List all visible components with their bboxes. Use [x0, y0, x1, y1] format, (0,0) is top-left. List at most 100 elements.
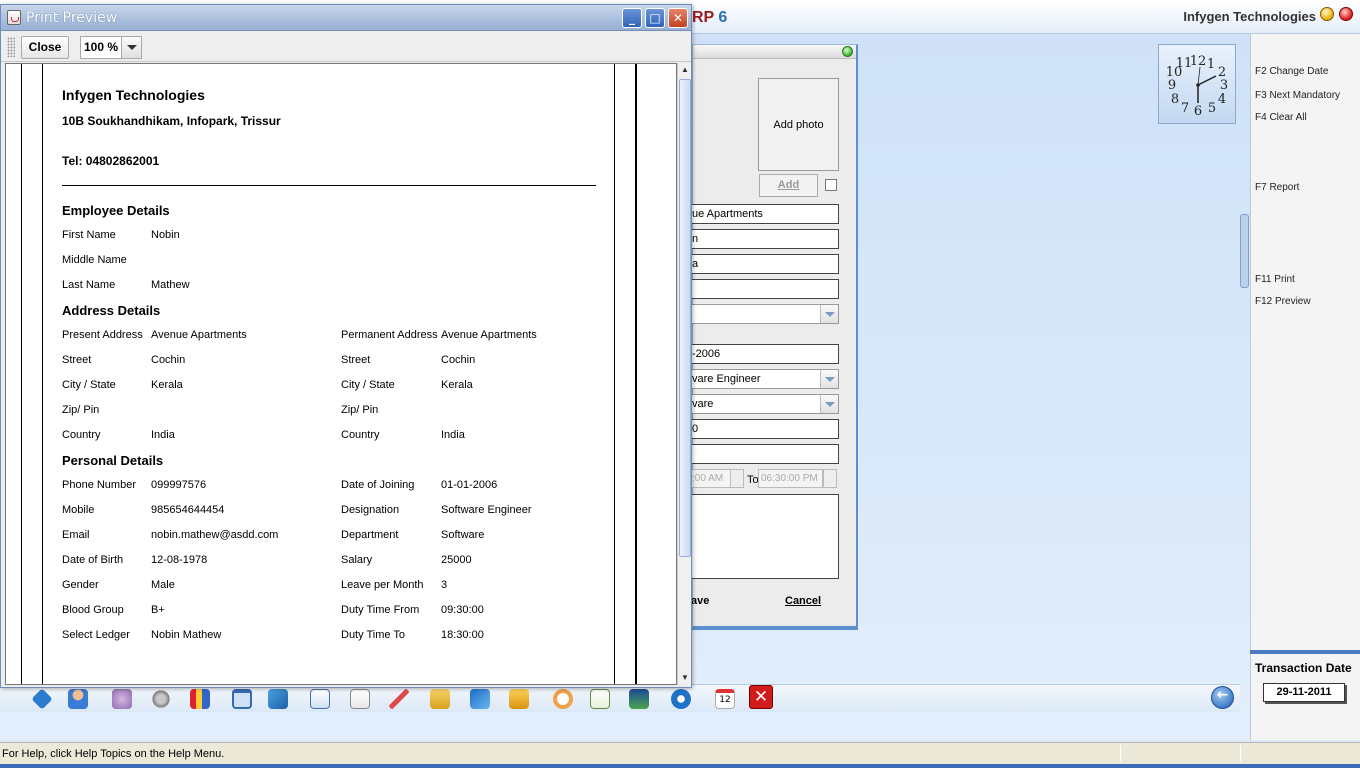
close-button[interactable]: Close — [21, 36, 69, 59]
present-address-field[interactable]: ue Apartments — [691, 204, 839, 224]
field-label: Duty Time To — [341, 629, 405, 641]
print-preview-titlebar[interactable]: Print Preview _ □ ✕ — [1, 5, 691, 31]
close-icon[interactable]: ✕ — [668, 8, 688, 28]
java-icon — [7, 10, 21, 25]
calendar-icon[interactable]: 12 — [715, 689, 735, 709]
toolbar-grip-icon[interactable] — [7, 37, 15, 57]
employee-form-titlebar — [693, 45, 856, 59]
fkey-preview[interactable]: F12 Preview — [1255, 296, 1311, 307]
books-icon[interactable] — [190, 689, 210, 709]
designation-select-value: vare Engineer — [692, 373, 761, 385]
field-label: Leave per Month — [341, 579, 424, 591]
salary-field[interactable]: 0 — [691, 419, 839, 439]
exit-icon[interactable]: ✕ — [749, 685, 773, 709]
minimize-app-icon[interactable] — [1320, 7, 1334, 21]
field-label: Street — [341, 354, 371, 366]
minimize-icon[interactable]: _ — [622, 8, 642, 28]
status-text: For Help, click Help Topics on the Help … — [2, 748, 225, 760]
clock-widget: 12 1 2 3 4567 8 9 10 11 — [1158, 44, 1236, 124]
fkey-next-mandatory[interactable]: F3 Next Mandatory — [1255, 90, 1340, 101]
duty-time-to-field[interactable]: 06:30:00 PM — [758, 469, 823, 488]
page-edge-line — [635, 64, 637, 684]
designation-select[interactable]: vare Engineer — [691, 369, 839, 389]
app-title: RP 6 — [692, 9, 728, 26]
photo-checkbox[interactable] — [825, 179, 837, 191]
transfer-icon[interactable] — [268, 689, 288, 709]
field-value: Cochin — [151, 354, 186, 366]
status-divider — [1120, 745, 1121, 762]
department-select[interactable]: vare — [691, 394, 839, 414]
svg-text:7: 7 — [1181, 101, 1189, 116]
chevron-down-icon[interactable] — [820, 370, 838, 388]
save-button[interactable]: ave — [691, 595, 709, 607]
time-to-spinner[interactable] — [823, 469, 837, 488]
tools-icon[interactable] — [112, 689, 132, 709]
time-from-spinner[interactable] — [730, 469, 744, 488]
page-margin-line — [21, 64, 22, 684]
fkey-clear-all[interactable]: F4 Clear All — [1255, 112, 1307, 123]
street-field[interactable]: n — [691, 229, 839, 249]
field-label: Date of Birth — [62, 554, 124, 566]
svg-text:9: 9 — [1168, 78, 1176, 93]
users-icon[interactable] — [68, 689, 88, 709]
field-label: Mobile — [62, 504, 95, 516]
add-photo-button[interactable]: Add — [759, 174, 818, 197]
scroll-down-icon[interactable]: ▼ — [678, 671, 692, 685]
status-bar: For Help, click Help Topics on the Help … — [0, 742, 1360, 764]
fkey-report[interactable]: F7 Report — [1255, 182, 1299, 193]
svg-text:6: 6 — [1194, 104, 1202, 119]
close-app-icon[interactable] — [1339, 7, 1353, 21]
city-field[interactable]: a — [691, 254, 839, 274]
duty-time-from-field[interactable]: :00 AM — [691, 469, 731, 488]
report-company: Infygen Technologies — [62, 87, 205, 103]
tree-icon[interactable] — [430, 689, 450, 709]
checklist-icon[interactable] — [590, 689, 610, 709]
photo-box[interactable]: Add photo — [758, 78, 839, 171]
field-value: 12-08-1978 — [151, 554, 208, 566]
page-margin-line — [42, 64, 43, 684]
package-icon[interactable] — [509, 689, 529, 709]
preview-page: Infygen Technologies 10B Soukhandhikam, … — [5, 63, 677, 685]
chevron-down-icon[interactable] — [820, 305, 838, 323]
svg-text:1: 1 — [1207, 57, 1215, 72]
leave-field[interactable] — [691, 444, 839, 464]
back-arrow-icon[interactable]: ← — [1211, 686, 1234, 709]
maximize-icon[interactable]: □ — [645, 8, 665, 28]
svg-text:11: 11 — [1176, 56, 1193, 71]
panel-collapse-handle[interactable] — [1240, 214, 1249, 288]
chevron-down-icon[interactable] — [121, 37, 141, 58]
fkey-print[interactable]: F11 Print — [1255, 274, 1295, 285]
cart-icon[interactable] — [232, 689, 252, 709]
field-value: Avenue Apartments — [441, 329, 537, 341]
field-label: City / State — [62, 379, 116, 391]
field-label: Select Ledger — [62, 629, 130, 641]
transaction-date-value[interactable]: 29-11-2011 — [1263, 683, 1345, 702]
remarks-textarea[interactable] — [691, 494, 839, 579]
settings-icon[interactable] — [151, 689, 171, 709]
lifebuoy-icon[interactable] — [553, 689, 573, 709]
field-value: Kerala — [151, 379, 183, 391]
scroll-thumb[interactable] — [679, 79, 691, 557]
field-label: Country — [62, 429, 101, 441]
vertical-scrollbar[interactable]: ▲ ▼ — [677, 63, 691, 685]
gear-icon[interactable] — [671, 689, 691, 709]
calendar-check-icon[interactable] — [629, 689, 649, 709]
field-value: nobin.mathew@asdd.com — [151, 529, 279, 541]
field-value: Software — [441, 529, 485, 541]
fkey-change-date[interactable]: F2 Change Date — [1255, 66, 1328, 77]
chart-icon[interactable] — [389, 689, 409, 709]
report-icon[interactable] — [350, 689, 370, 709]
field-label: City / State — [341, 379, 395, 391]
report-divider — [62, 185, 596, 186]
zoom-select[interactable]: 100 % — [80, 36, 142, 59]
chevron-down-icon[interactable] — [820, 395, 838, 413]
company-name: Infygen Technologies — [1183, 9, 1316, 24]
scroll-up-icon[interactable]: ▲ — [678, 63, 692, 77]
date-of-joining-field[interactable]: -2006 — [691, 344, 839, 364]
document-icon[interactable] — [310, 689, 330, 709]
ledger-icon[interactable] — [31, 688, 53, 710]
cancel-button[interactable]: Cancel — [785, 595, 821, 607]
zip-field[interactable] — [691, 279, 839, 299]
sync-icon[interactable] — [470, 689, 490, 709]
country-select[interactable] — [691, 304, 839, 324]
